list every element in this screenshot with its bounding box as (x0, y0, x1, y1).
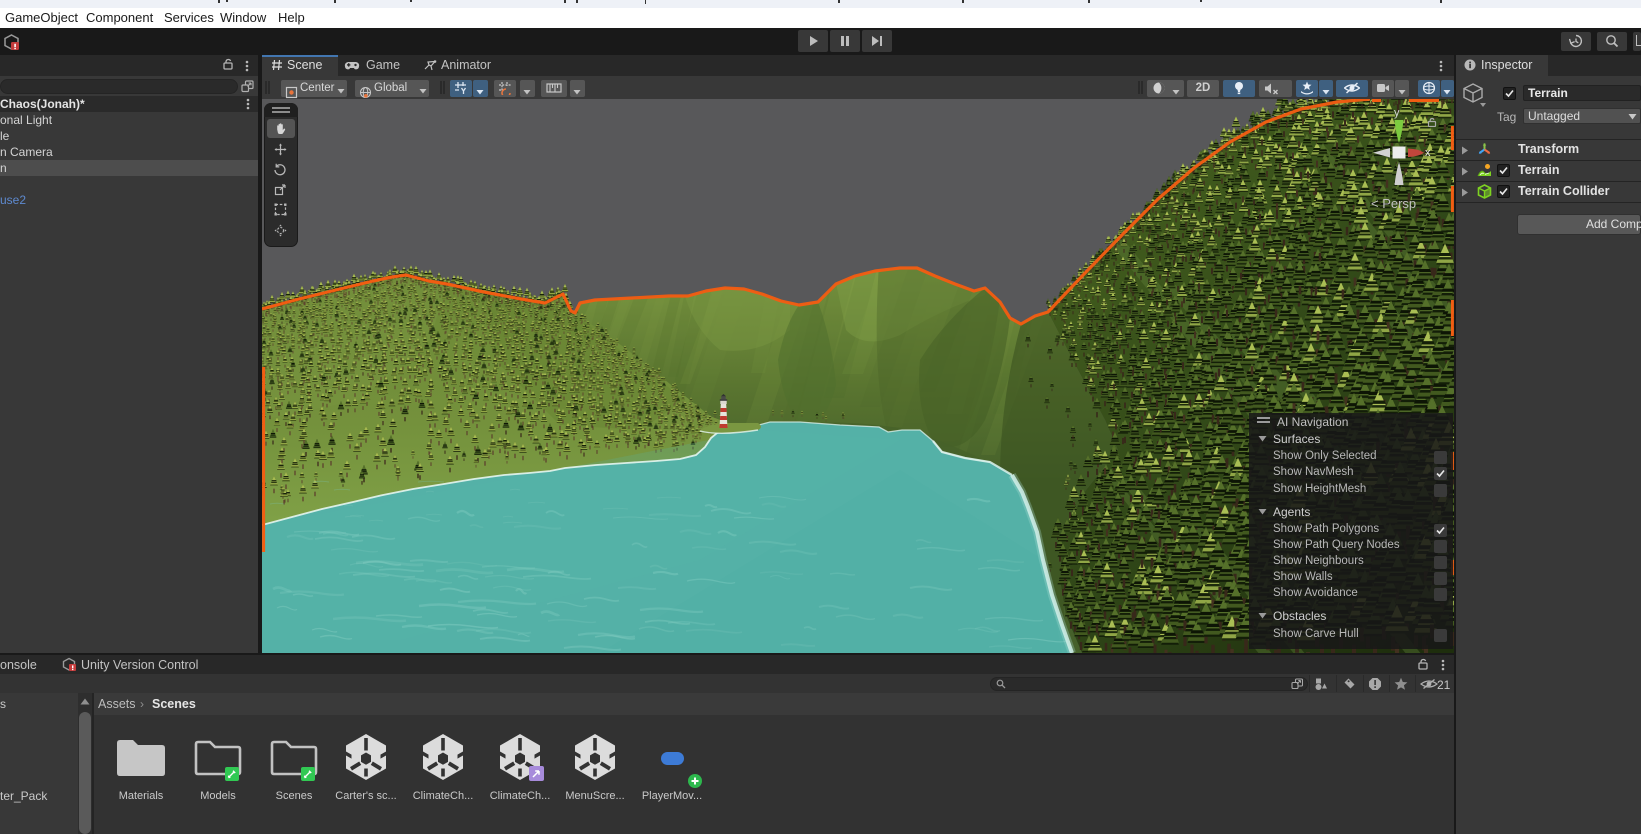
svg-text:y: y (1394, 107, 1400, 119)
svg-text:x: x (1425, 147, 1431, 159)
